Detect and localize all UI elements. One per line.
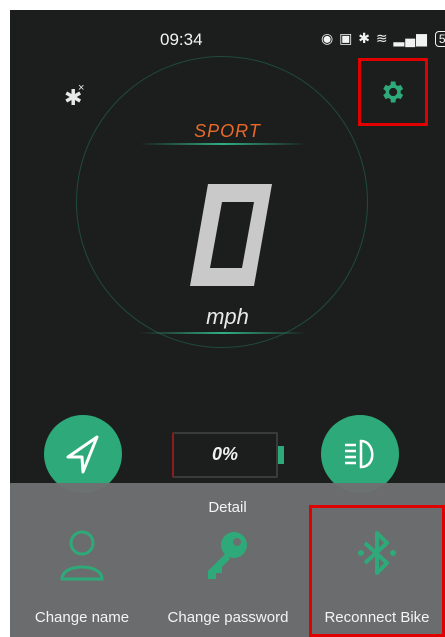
status-icons: ◉ ▣ ✱ ≋ ▂▄▆ 54 ϟ	[321, 30, 445, 47]
headlight-button[interactable]	[321, 415, 399, 493]
signal-5g-icon: ▂▄▆	[393, 30, 428, 46]
divider-line	[140, 332, 306, 334]
bluetooth-icon: ✱	[358, 30, 371, 46]
eye-icon: ◉	[321, 30, 335, 46]
battery-icon: 54	[434, 31, 445, 47]
status-time: 09:34	[160, 30, 203, 49]
navigation-arrow-icon	[66, 435, 99, 474]
navigation-button[interactable]	[44, 415, 122, 493]
battery-gauge-tip	[278, 446, 284, 464]
person-icon	[60, 530, 104, 581]
bluetooth-disconnected-icon: ✱ ×	[64, 82, 85, 110]
battery-level: 54	[438, 32, 445, 46]
speed-unit: mph	[206, 304, 249, 329]
divider-line	[140, 143, 306, 145]
ride-mode: SPORT	[194, 121, 261, 141]
battery-percent: 0%	[211, 444, 238, 464]
highlight-reconnect	[309, 505, 445, 637]
change-password-button[interactable]: Change password	[158, 525, 298, 637]
speed-digit	[190, 184, 272, 286]
action-label: Change password	[167, 609, 289, 626]
gear-icon[interactable]	[378, 78, 406, 106]
headlight-icon	[345, 439, 374, 469]
change-name-button[interactable]: Change name	[12, 525, 152, 637]
action-label: Change name	[34, 609, 130, 626]
key-icon	[208, 532, 247, 579]
nfc-icon: ▣	[339, 30, 354, 46]
wifi-icon: ≋	[375, 30, 389, 46]
app-screen: 09:34 ◉ ▣ ✱ ≋ ▂▄▆ 54 ϟ ✱× SPORT mph 0%	[10, 10, 445, 637]
